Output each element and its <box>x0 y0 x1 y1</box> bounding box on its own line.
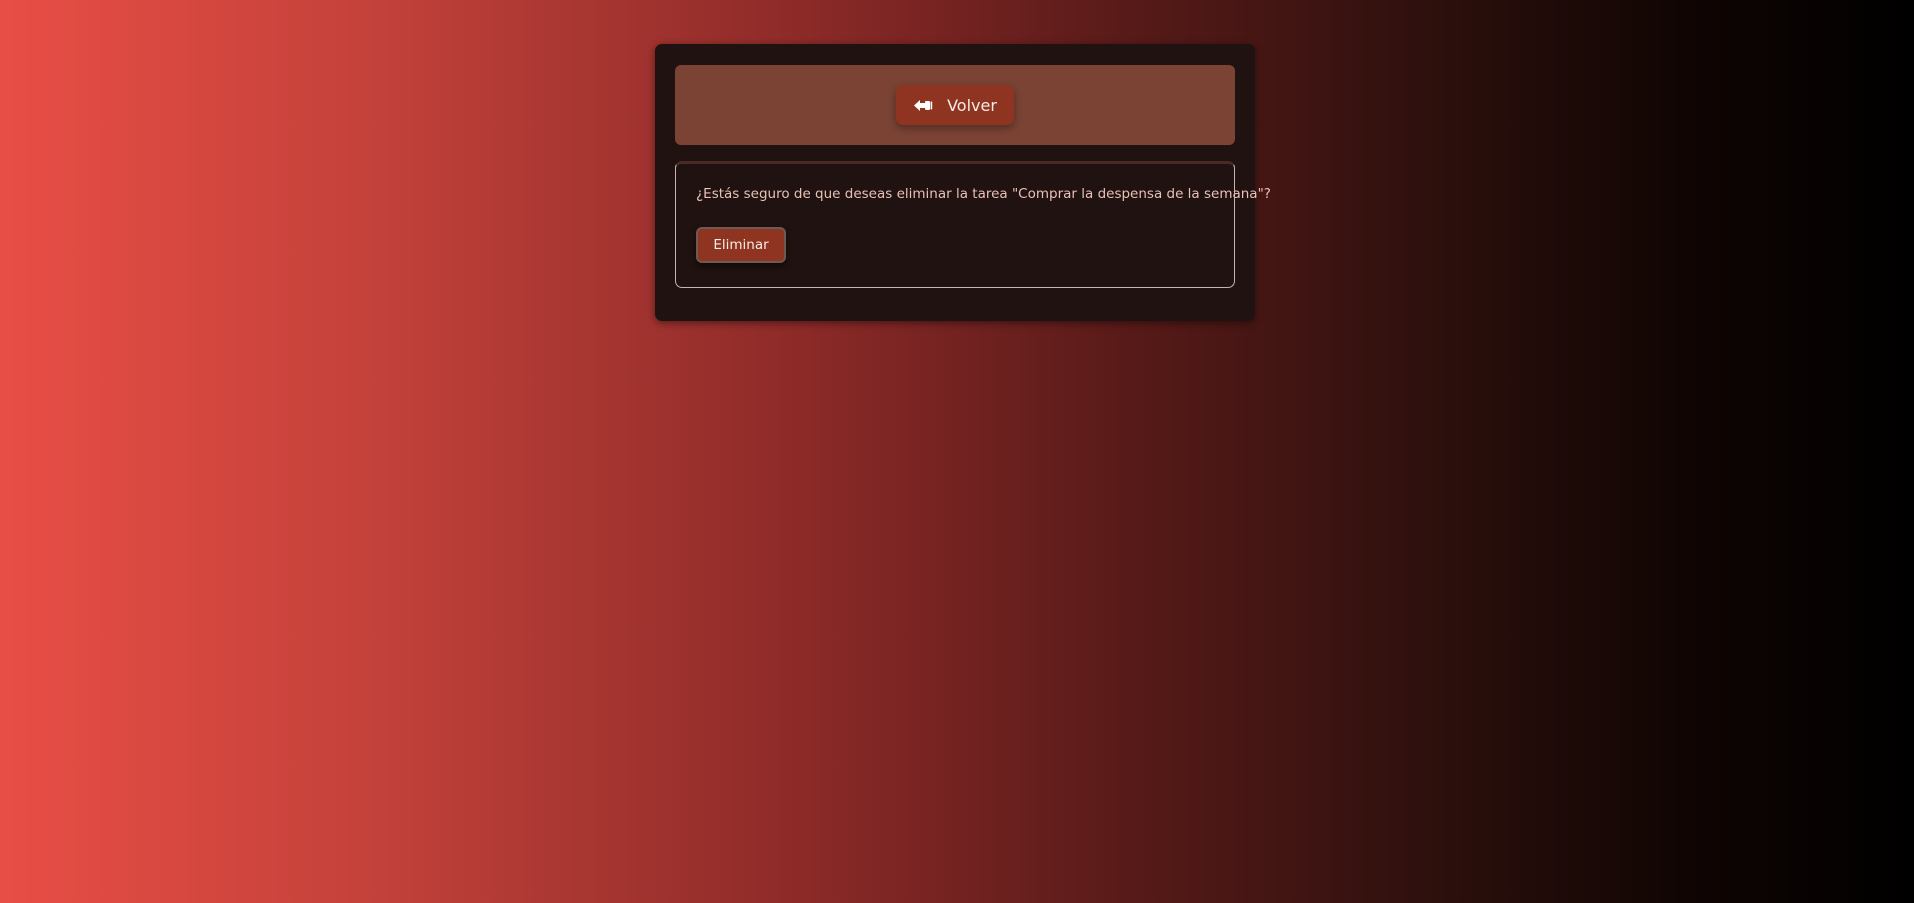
delete-task-card: Volver ¿Estás seguro de que deseas elimi… <box>655 44 1271 321</box>
back-button-label: Volver <box>947 95 997 115</box>
delete-button[interactable]: Eliminar <box>696 227 786 263</box>
delete-confirmation-panel: ¿Estás seguro de que deseas eliminar la … <box>675 161 1271 288</box>
page-background: { "header": { "back_button": { "icon": "… <box>0 0 1914 903</box>
hand-pointing-left-icon <box>913 98 933 113</box>
back-button[interactable]: Volver <box>896 85 1014 125</box>
confirmation-message: ¿Estás seguro de que deseas eliminar la … <box>696 186 1271 202</box>
header-panel: Volver <box>675 65 1235 145</box>
